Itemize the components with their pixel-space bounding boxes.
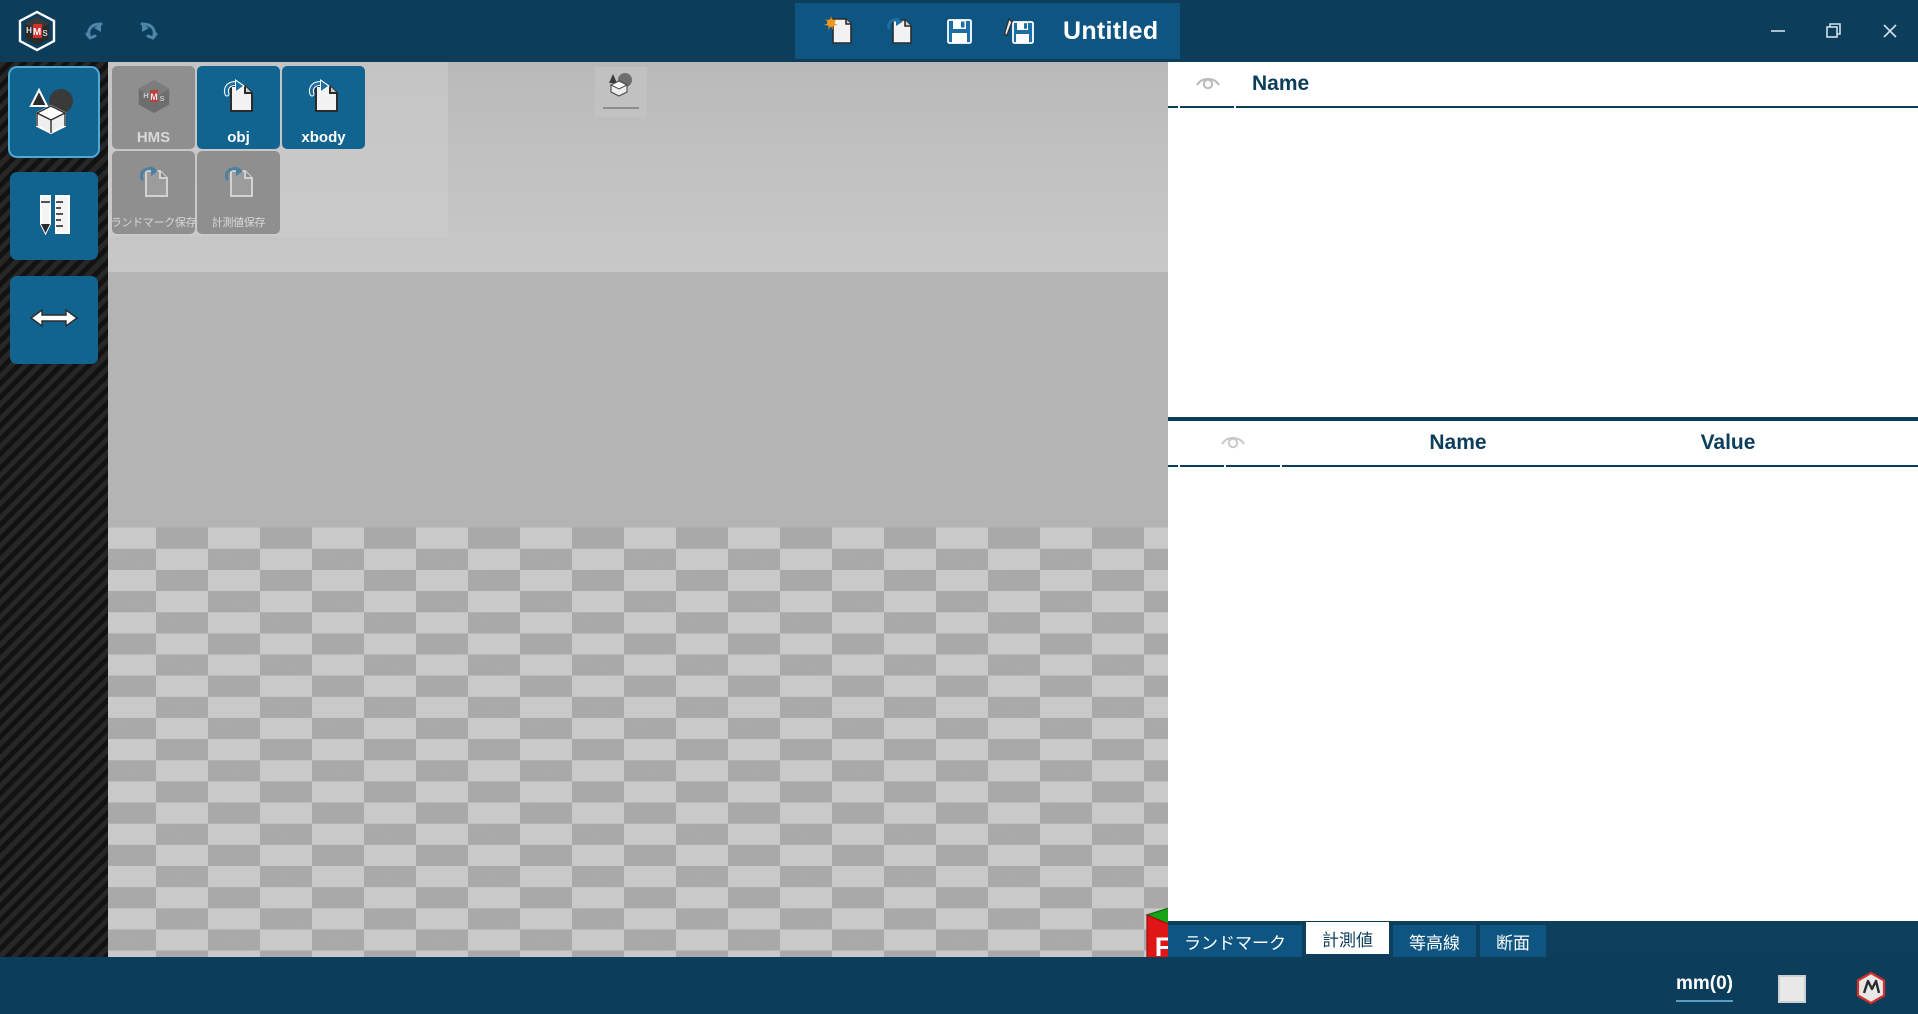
double-arrow-icon bbox=[27, 301, 81, 340]
landmark-table-body[interactable] bbox=[1168, 108, 1918, 417]
hms-cube-logo-icon: M H S bbox=[14, 8, 60, 54]
landmark-list-panel: Name bbox=[1168, 62, 1918, 417]
title-toolbar-group: Untitled bbox=[795, 3, 1181, 59]
widget-divider bbox=[603, 107, 639, 109]
landmark-table-header: Name bbox=[1168, 62, 1918, 108]
save-as-floppy-icon[interactable] bbox=[1002, 14, 1036, 48]
measurement-col-value: Value bbox=[1700, 431, 1756, 454]
visibility-eye-icon[interactable] bbox=[1168, 421, 1298, 467]
navcube-front-label: F bbox=[1155, 932, 1168, 957]
left-sidebar bbox=[0, 62, 108, 957]
title-bar: M H S Untitled bbox=[0, 0, 1918, 62]
import-file-icon bbox=[218, 162, 260, 207]
undo-icon[interactable] bbox=[75, 10, 117, 52]
measurement-table-body[interactable] bbox=[1168, 467, 1918, 921]
model-cube-icon bbox=[27, 84, 81, 141]
square-toggle-icon[interactable] bbox=[1778, 975, 1806, 1003]
hms-hex-logo-icon bbox=[1854, 971, 1888, 1005]
application-window: M H S Untitled M H S HMS obj xbody ランドマー… bbox=[0, 0, 1918, 1014]
unit-indicator[interactable]: mm(0) bbox=[1675, 973, 1733, 1002]
import-obj-button[interactable]: obj bbox=[197, 66, 280, 149]
import-file-icon bbox=[133, 162, 175, 207]
page-title: Untitled bbox=[1063, 16, 1159, 45]
tab-measurement[interactable]: 計測値 bbox=[1306, 922, 1389, 957]
landmark-col-name: Name bbox=[1252, 72, 1310, 95]
svg-text:H: H bbox=[143, 91, 148, 100]
bottom-tab-strip: ランドマーク 計測値 等高線 断面 bbox=[1168, 921, 1918, 957]
close-icon[interactable] bbox=[1862, 0, 1918, 62]
minimize-icon[interactable] bbox=[1750, 0, 1806, 62]
tab-section[interactable]: 断面 bbox=[1480, 925, 1546, 957]
3d-viewport[interactable]: M H S HMS obj xbody ランドマーク保存 計測値保存 F bbox=[108, 62, 1168, 957]
svg-text:S: S bbox=[159, 94, 164, 103]
svg-text:S: S bbox=[42, 29, 48, 38]
import-file-icon bbox=[303, 77, 345, 122]
redo-icon[interactable] bbox=[126, 10, 168, 52]
model-cube-icon bbox=[606, 71, 636, 102]
svg-text:M: M bbox=[150, 92, 158, 102]
import-xbody-label: xbody bbox=[301, 129, 346, 146]
save-landmark-button[interactable]: ランドマーク保存 bbox=[110, 151, 197, 234]
save-measurement-button[interactable]: 計測値保存 bbox=[197, 151, 280, 234]
status-bar: mm(0) bbox=[0, 957, 1918, 1014]
sidebar-item-measure-tools[interactable] bbox=[10, 172, 98, 260]
window-controls bbox=[1750, 0, 1918, 62]
save-floppy-icon[interactable] bbox=[942, 14, 976, 48]
open-file-icon[interactable] bbox=[882, 14, 916, 48]
sidebar-item-distance-tool[interactable] bbox=[10, 276, 98, 364]
import-hms-label: HMS bbox=[136, 129, 171, 146]
viewport-model-widget[interactable] bbox=[595, 67, 647, 117]
new-file-icon[interactable] bbox=[822, 14, 856, 48]
restore-icon[interactable] bbox=[1806, 0, 1862, 62]
sidebar-item-model-view[interactable] bbox=[10, 68, 98, 156]
import-obj-label: obj bbox=[227, 129, 250, 146]
import-xbody-button[interactable]: xbody bbox=[282, 66, 365, 149]
viewport-checker-floor bbox=[108, 527, 1168, 957]
measurement-table-header: Name Value bbox=[1168, 421, 1918, 467]
file-tool-panel: M H S HMS obj xbody ランドマーク保存 計測値保存 bbox=[108, 62, 448, 237]
svg-text:M: M bbox=[33, 27, 41, 38]
save-landmark-label: ランドマーク保存 bbox=[110, 217, 197, 229]
save-measurement-label: 計測値保存 bbox=[211, 217, 266, 229]
tab-landmark[interactable]: ランドマーク bbox=[1168, 925, 1302, 957]
visibility-eye-icon[interactable] bbox=[1168, 62, 1248, 108]
orientation-nav-cube[interactable]: C F R bbox=[1120, 884, 1168, 957]
tab-contour[interactable]: 等高線 bbox=[1393, 925, 1476, 957]
measurement-list-panel: Name Value bbox=[1168, 421, 1918, 921]
hms-cube-icon: M H S bbox=[132, 77, 176, 122]
pencil-ruler-icon bbox=[28, 188, 80, 245]
import-hms-button[interactable]: M H S HMS bbox=[112, 66, 195, 149]
import-file-icon bbox=[218, 77, 260, 122]
svg-text:H: H bbox=[26, 26, 32, 35]
measurement-col-name: Name bbox=[1429, 431, 1487, 454]
